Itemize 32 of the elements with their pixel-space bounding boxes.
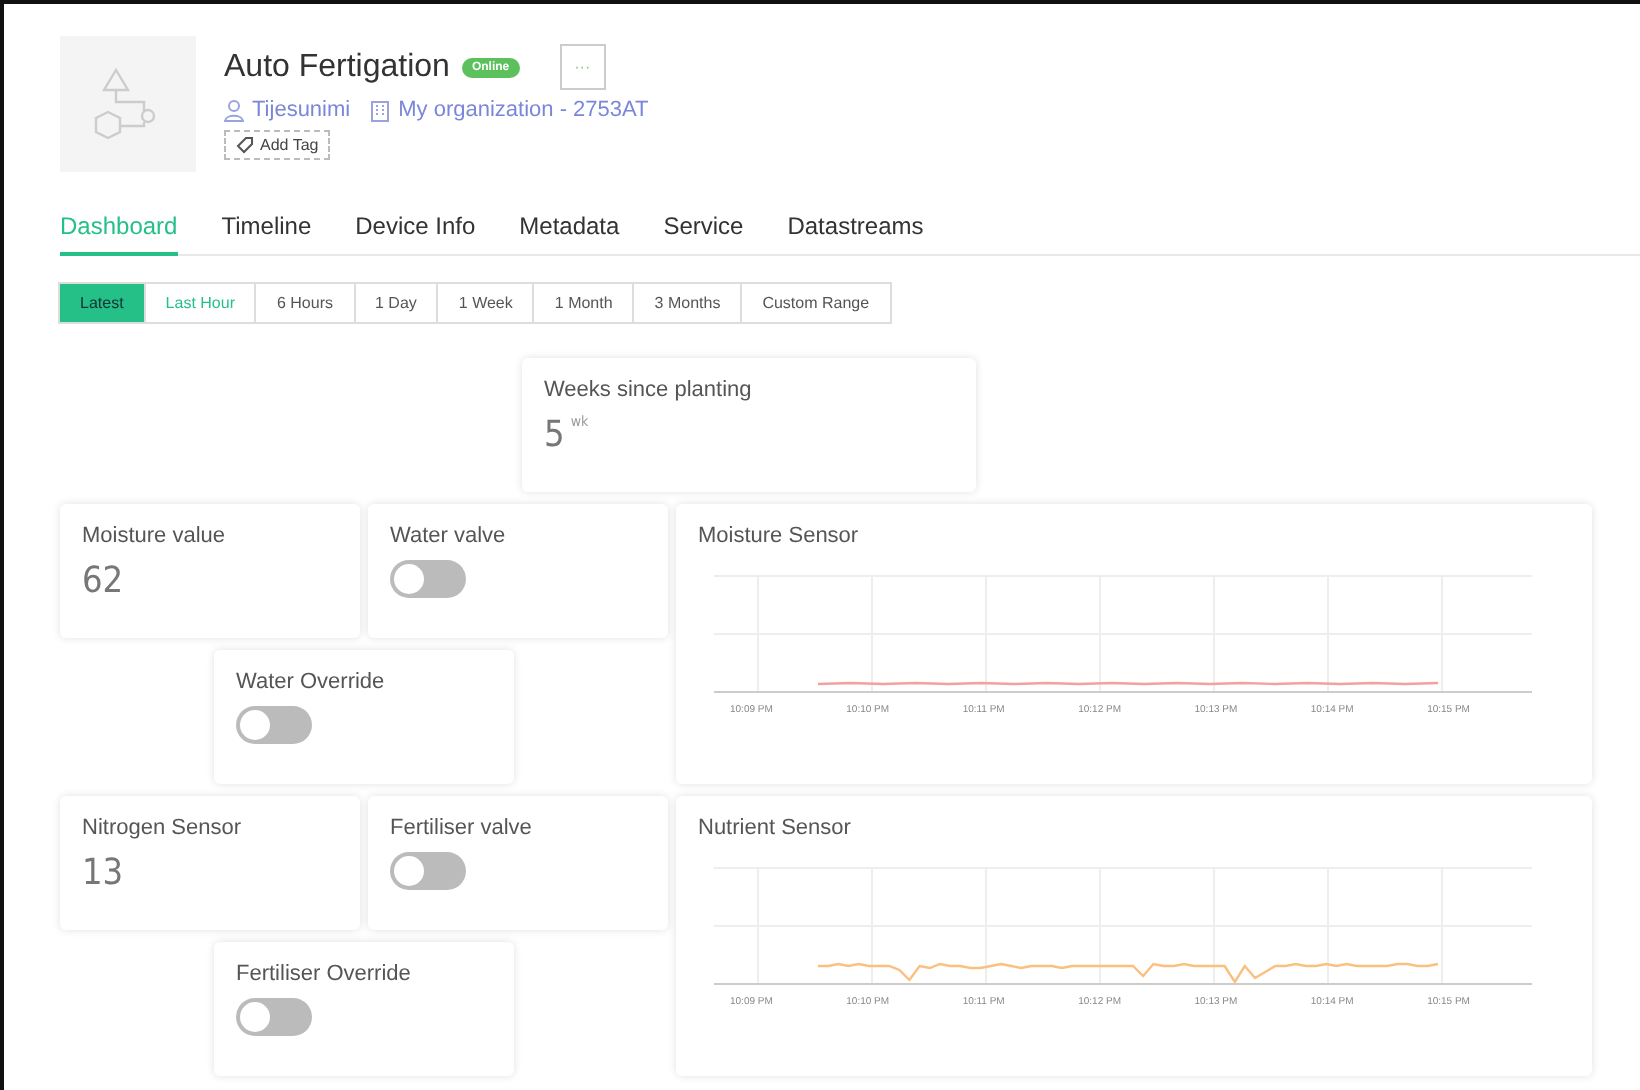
widget-value: 62: [82, 560, 126, 602]
range-button[interactable]: 1 Week: [436, 282, 535, 324]
widget-title: Nutrient Sensor: [698, 816, 853, 840]
tab[interactable]: Device Info: [355, 212, 476, 256]
tab[interactable]: Service: [663, 212, 744, 256]
range-button[interactable]: 1 Month: [532, 282, 635, 324]
toggle-switch[interactable]: [390, 852, 466, 890]
widget-title: Fertiliser valve: [390, 816, 534, 840]
tab[interactable]: Datastreams: [787, 212, 924, 256]
device-title: Auto Fertigation: [224, 49, 450, 85]
widget-title: Fertiliser Override: [236, 962, 413, 986]
range-button[interactable]: 1 Day: [353, 282, 439, 324]
widget-title: Moisture value: [82, 524, 228, 548]
range-button[interactable]: Latest: [58, 282, 146, 324]
building-icon: [370, 99, 391, 121]
tab[interactable]: Metadata: [519, 212, 620, 256]
tag-icon: [236, 136, 254, 154]
range-button[interactable]: 6 Hours: [254, 282, 355, 324]
widget-title: Water valve: [390, 524, 508, 548]
toggle-switch[interactable]: [236, 706, 312, 744]
toggle-switch[interactable]: [390, 560, 466, 598]
range-button[interactable]: 3 Months: [632, 282, 743, 324]
user-icon: [224, 99, 244, 121]
add-tag-button[interactable]: Add Tag: [224, 130, 331, 160]
widget-title: Water Override: [236, 670, 387, 694]
widget-title: Weeks since planting: [544, 378, 754, 402]
range-button[interactable]: Custom Range: [740, 282, 892, 324]
toggle-switch[interactable]: [236, 998, 312, 1036]
tab[interactable]: Timeline: [221, 212, 312, 256]
widget-title: Moisture Sensor: [698, 524, 861, 548]
widget-title: Nitrogen Sensor: [82, 816, 243, 840]
widget-value: 13: [82, 852, 126, 894]
